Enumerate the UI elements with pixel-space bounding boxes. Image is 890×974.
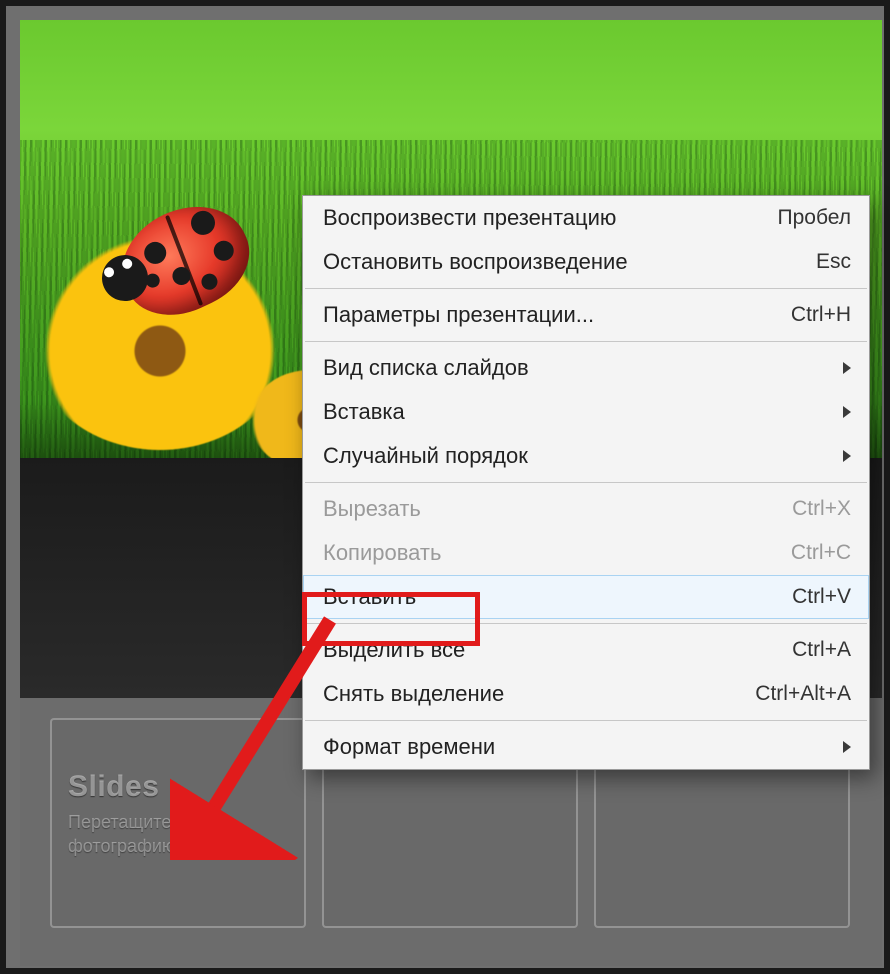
app-window: Slides Перетащите сюда фотографию или ви… bbox=[0, 0, 890, 974]
slides-hint: Перетащите сюда фотографию или видео. bbox=[68, 810, 288, 859]
menu-item-label: Снять выделение bbox=[323, 681, 755, 707]
slides-title: Slides bbox=[68, 770, 288, 804]
menu-item-shortcut: Ctrl+A bbox=[792, 638, 851, 662]
menu-slide-list-view[interactable]: Вид списка слайдов bbox=[303, 346, 869, 390]
menu-item-label: Воспроизвести презентацию bbox=[323, 205, 778, 231]
menu-item-shortcut: Ctrl+X bbox=[792, 497, 851, 521]
menu-item-shortcut: Пробел bbox=[778, 206, 851, 230]
context-menu: Воспроизвести презентациюПробелОстановит… bbox=[302, 195, 870, 770]
menu-item-label: Копировать bbox=[323, 540, 791, 566]
menu-item-shortcut: Esc bbox=[816, 250, 851, 274]
menu-copy: КопироватьCtrl+C bbox=[303, 531, 869, 575]
menu-separator bbox=[305, 623, 867, 624]
menu-deselect[interactable]: Снять выделениеCtrl+Alt+A bbox=[303, 672, 869, 716]
menu-insert[interactable]: Вставка bbox=[303, 390, 869, 434]
submenu-arrow-icon bbox=[843, 450, 851, 462]
submenu-arrow-icon bbox=[843, 741, 851, 753]
menu-item-label: Выделить все bbox=[323, 637, 792, 663]
submenu-arrow-icon bbox=[843, 362, 851, 374]
menu-item-label: Вырезать bbox=[323, 496, 792, 522]
menu-item-label: Вставка bbox=[323, 399, 843, 425]
menu-separator bbox=[305, 288, 867, 289]
menu-item-shortcut: Ctrl+C bbox=[791, 541, 851, 565]
slide-slot-empty[interactable]: Slides Перетащите сюда фотографию или ви… bbox=[50, 718, 306, 928]
menu-play-presentation[interactable]: Воспроизвести презентациюПробел bbox=[303, 196, 869, 240]
menu-item-label: Вид списка слайдов bbox=[323, 355, 843, 381]
menu-random-order[interactable]: Случайный порядок bbox=[303, 434, 869, 478]
menu-paste[interactable]: ВставитьCtrl+V bbox=[303, 575, 869, 619]
menu-item-shortcut: Ctrl+H bbox=[791, 303, 851, 327]
menu-item-label: Параметры презентации... bbox=[323, 302, 791, 328]
menu-item-label: Вставить bbox=[323, 584, 792, 610]
menu-item-label: Остановить воспроизведение bbox=[323, 249, 816, 275]
menu-separator bbox=[305, 482, 867, 483]
menu-separator bbox=[305, 720, 867, 721]
submenu-arrow-icon bbox=[843, 406, 851, 418]
menu-item-label: Формат времени bbox=[323, 734, 843, 760]
menu-select-all[interactable]: Выделить всеCtrl+A bbox=[303, 628, 869, 672]
menu-item-shortcut: Ctrl+V bbox=[792, 585, 851, 609]
menu-stop-playback[interactable]: Остановить воспроизведениеEsc bbox=[303, 240, 869, 284]
menu-time-format[interactable]: Формат времени bbox=[303, 725, 869, 769]
menu-item-shortcut: Ctrl+Alt+A bbox=[755, 682, 851, 706]
menu-item-label: Случайный порядок bbox=[323, 443, 843, 469]
menu-separator bbox=[305, 341, 867, 342]
menu-cut: ВырезатьCtrl+X bbox=[303, 487, 869, 531]
menu-presentation-options[interactable]: Параметры презентации...Ctrl+H bbox=[303, 293, 869, 337]
